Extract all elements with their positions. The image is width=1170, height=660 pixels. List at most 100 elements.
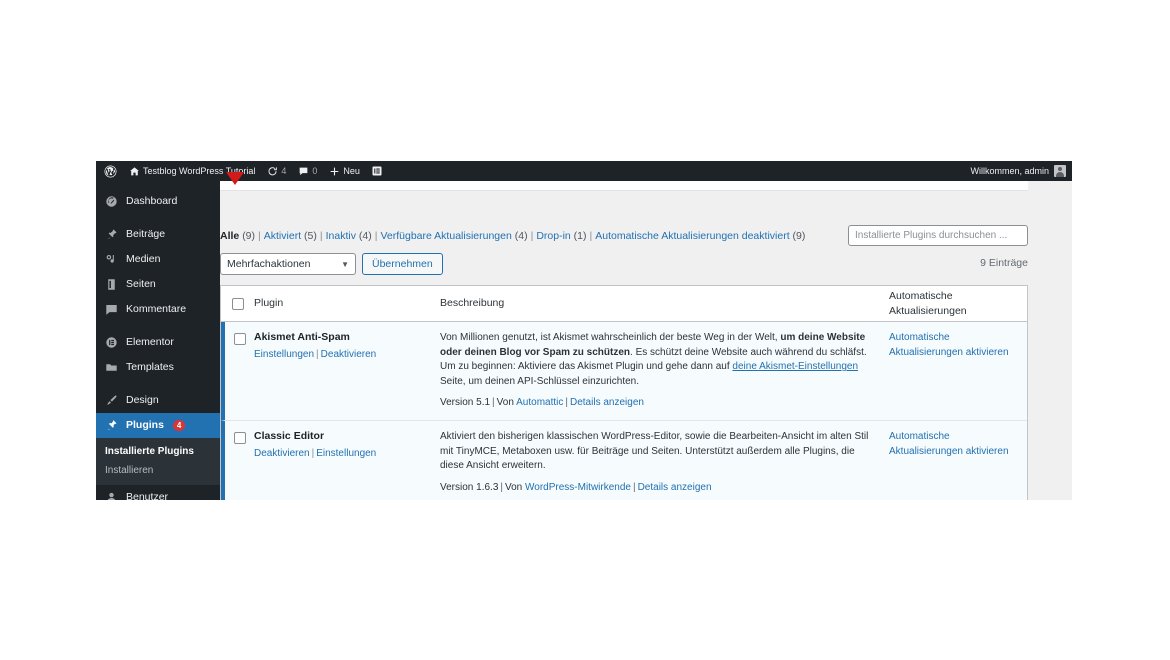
column-header-auto-updates[interactable]: Automatische Aktualisierungen — [889, 289, 1027, 317]
plugin-description: Aktiviert den bisherigen klassischen Wor… — [440, 430, 879, 474]
posts-pin-icon — [105, 228, 118, 241]
plugin-name-cell: Akismet Anti-Spam Einstellungen|Deaktivi… — [254, 322, 440, 420]
plugin-author-link[interactable]: WordPress-Mitwirkende — [525, 482, 631, 493]
updates-menu[interactable]: 4 — [261, 161, 292, 181]
home-icon — [129, 166, 140, 177]
comments-icon — [105, 303, 118, 316]
page-top-strip — [220, 181, 1028, 191]
sidebar-item-elementor[interactable]: Elementor — [96, 330, 220, 355]
comment-bubble-icon — [298, 166, 309, 177]
sidebar-item-label: Beiträge — [126, 229, 165, 240]
filter-dropin[interactable]: Drop-in — [536, 230, 570, 242]
sidebar-item-label: Seiten — [126, 279, 156, 290]
chevron-down-icon: ▼ — [341, 260, 349, 269]
filter-inactive-count: (4) — [359, 230, 372, 242]
plugin-action-settings[interactable]: Einstellungen — [254, 349, 314, 360]
plus-icon — [329, 166, 340, 177]
row-select-cell — [225, 322, 254, 420]
plugin-author-link[interactable]: Automattic — [516, 397, 563, 408]
plugin-title: Akismet Anti-Spam — [254, 331, 432, 345]
plugin-action-deactivate[interactable]: Deaktivieren — [254, 448, 310, 459]
plugin-description: Von Millionen genutzt, ist Akismet wahrs… — [440, 331, 879, 389]
plugin-title: Classic Editor — [254, 430, 432, 444]
table-nav-top: Mehrfachaktionen ▼ Übernehmen 9 Einträge — [220, 253, 1028, 277]
select-all-cell — [221, 298, 254, 310]
sidebar-item-label: Medien — [126, 254, 160, 265]
sidebar-item-users[interactable]: Benutzer — [96, 485, 220, 500]
greeting-label: Willkommen, admin — [970, 166, 1049, 176]
sidebar-item-plugins[interactable]: Plugins 4 — [96, 413, 220, 438]
plugin-meta: Version 1.6.3|Von WordPress-Mitwirkende|… — [440, 481, 879, 495]
plugin-status-filters: Alle (9)|Aktiviert (5)|Inaktiv (4)|Verfü… — [220, 230, 805, 242]
updates-count: 4 — [281, 166, 286, 176]
plugin-author-label: Von — [497, 397, 514, 408]
filter-update-available-count: (4) — [515, 230, 528, 242]
comments-count: 0 — [312, 166, 317, 176]
sidebar-item-templates[interactable]: Templates — [96, 355, 220, 380]
enable-auto-updates-link[interactable]: Automatische Aktualisierungen aktivieren — [889, 430, 1019, 459]
admin-sidebar-menu: Dashboard Beiträge Medien — [96, 181, 220, 500]
sidebar-item-pages[interactable]: Seiten — [96, 272, 220, 297]
filter-auto-updates-disabled[interactable]: Automatische Aktualisierungen deaktivier… — [595, 230, 789, 242]
column-header-plugin[interactable]: Plugin — [254, 296, 440, 310]
elementor-icon — [105, 336, 118, 349]
new-content-menu[interactable]: Neu — [323, 161, 366, 181]
sidebar-item-posts[interactable]: Beiträge — [96, 222, 220, 247]
row-select-cell — [225, 421, 254, 500]
plugins-update-badge: 4 — [173, 420, 185, 432]
dashboard-icon — [105, 195, 118, 208]
submenu-item-installed-plugins[interactable]: Installierte Plugins — [96, 442, 220, 461]
templates-folder-icon — [105, 361, 118, 374]
row-checkbox[interactable] — [234, 432, 246, 444]
filter-all[interactable]: Alle (9) — [220, 230, 255, 242]
sidebar-item-comments[interactable]: Kommentare — [96, 297, 220, 322]
sidebar-item-dashboard[interactable]: Dashboard — [96, 189, 220, 214]
desc-part-3: Seite, um deinen API-Schlüssel einzurich… — [440, 376, 639, 387]
wordpress-admin-screenshot: Testblog WordPress Tutorial 4 0 — [96, 161, 1072, 500]
elementor-menu[interactable] — [366, 161, 388, 181]
sidebar-item-label: Dashboard — [126, 196, 177, 207]
apply-bulk-action-button[interactable]: Übernehmen — [362, 253, 443, 275]
enable-auto-updates-link[interactable]: Automatische Aktualisierungen aktivieren — [889, 331, 1019, 360]
my-account-menu[interactable]: Willkommen, admin — [964, 161, 1072, 181]
sidebar-item-label: Kommentare — [126, 304, 186, 315]
wordpress-logo-menu[interactable] — [96, 161, 123, 181]
sidebar-item-media[interactable]: Medien — [96, 247, 220, 272]
plugin-name-cell: Classic Editor Deaktivieren|Einstellunge… — [254, 421, 440, 500]
table-row: Akismet Anti-Spam Einstellungen|Deaktivi… — [221, 322, 1027, 421]
akismet-settings-link[interactable]: deine Akismet-Einstellungen — [732, 361, 858, 372]
plugins-plug-icon — [105, 419, 118, 432]
plugin-row-actions: Einstellungen|Deaktivieren — [254, 348, 432, 362]
users-icon — [105, 491, 118, 500]
search-input[interactable]: Installierte Plugins durchsuchen ... — [848, 225, 1028, 246]
select-all-checkbox[interactable] — [232, 298, 244, 310]
sidebar-item-label: Templates — [126, 362, 174, 373]
plugin-description-cell: Von Millionen genutzt, ist Akismet wahrs… — [440, 322, 889, 420]
filter-dropin-count: (1) — [574, 230, 587, 242]
comments-menu[interactable]: 0 — [292, 161, 323, 181]
pages-icon — [105, 278, 118, 291]
menu-separator-2 — [96, 322, 220, 330]
menu-separator-3 — [96, 380, 220, 388]
column-header-description[interactable]: Beschreibung — [440, 296, 889, 310]
plugin-action-deactivate[interactable]: Deaktivieren — [321, 349, 377, 360]
submenu-item-add-new[interactable]: Installieren — [96, 461, 220, 480]
sidebar-item-appearance[interactable]: Design — [96, 388, 220, 413]
wordpress-logo-icon — [104, 165, 117, 178]
filter-auto-updates-disabled-count: (9) — [793, 230, 806, 242]
plugin-details-link[interactable]: Details anzeigen — [638, 482, 712, 493]
elementor-icon — [372, 166, 382, 176]
desc-part-1: Von Millionen genutzt, ist Akismet wahrs… — [440, 332, 780, 343]
plugins-table: Plugin Beschreibung Automatische Aktuali… — [220, 285, 1028, 500]
new-content-label: Neu — [343, 166, 360, 176]
sidebar-item-label: Design — [126, 395, 159, 406]
plugin-meta: Version 5.1|Von Automattic|Details anzei… — [440, 396, 879, 410]
filter-update-available[interactable]: Verfügbare Aktualisierungen — [380, 230, 511, 242]
menu-separator-1 — [96, 214, 220, 222]
filter-inactive[interactable]: Inaktiv — [326, 230, 356, 242]
row-checkbox[interactable] — [234, 333, 246, 345]
plugin-action-settings[interactable]: Einstellungen — [316, 448, 376, 459]
filter-active[interactable]: Aktiviert — [264, 230, 301, 242]
bulk-actions-select[interactable]: Mehrfachaktionen ▼ — [220, 253, 356, 275]
plugin-details-link[interactable]: Details anzeigen — [570, 397, 644, 408]
